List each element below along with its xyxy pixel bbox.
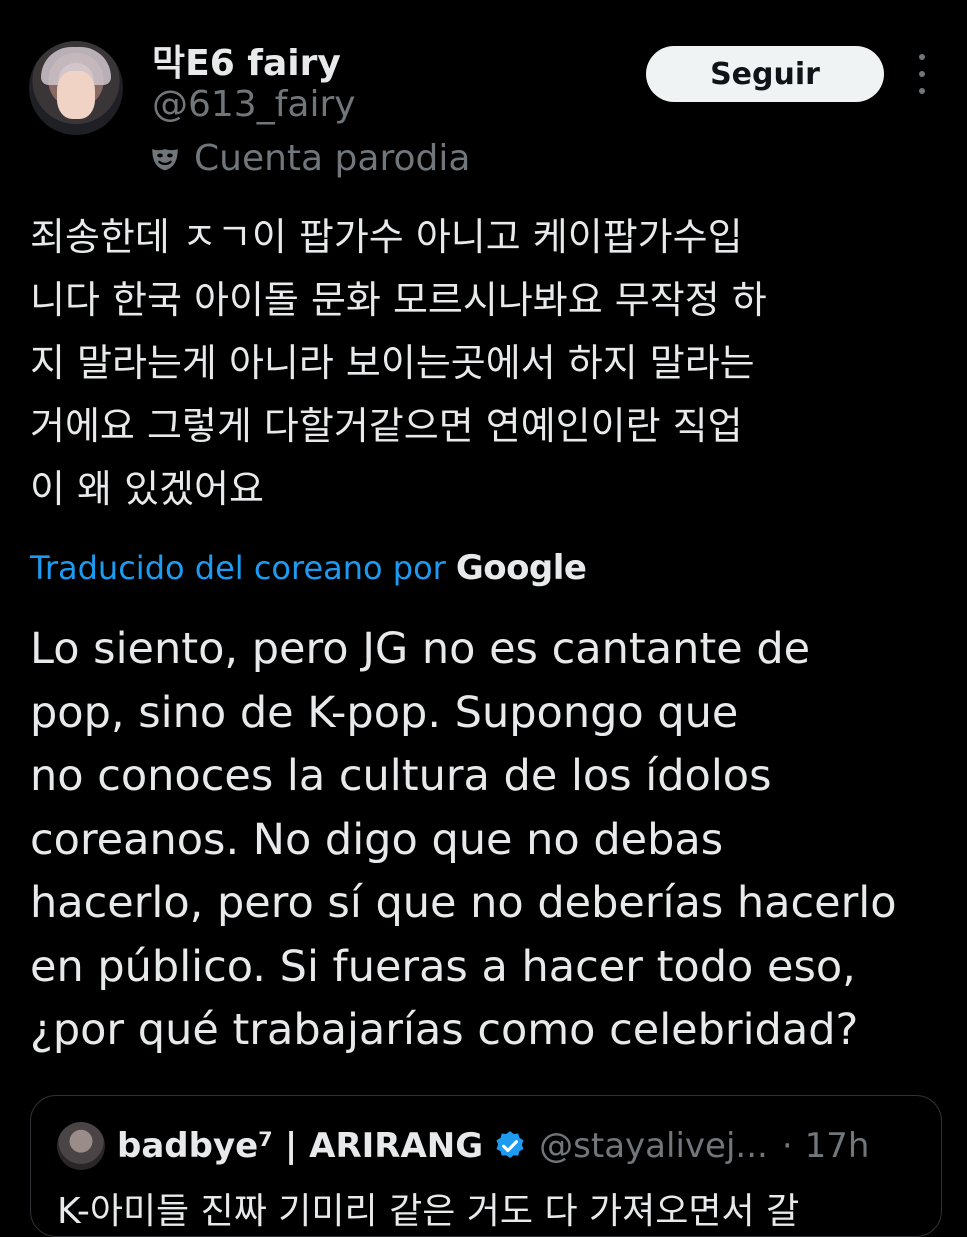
quoted-header: badbye⁷ | ARIRANG @stayalivej... · 17h xyxy=(117,1122,869,1170)
quoted-timestamp[interactable]: 17h xyxy=(805,1126,870,1166)
more-dot xyxy=(919,88,925,94)
parody-label-text: Cuenta parodia xyxy=(194,138,471,179)
follow-button[interactable]: Seguir xyxy=(646,46,884,102)
quoted-text: K-아미들 진짜 기미리 같은 거도 다 가져오면서 갈 xyxy=(57,1191,800,1232)
tweet-text-translated: Lo siento, pero JG no es cantante de pop… xyxy=(30,624,897,1055)
quoted-display-name[interactable]: badbye⁷ | ARIRANG xyxy=(117,1126,483,1166)
verified-badge-icon xyxy=(496,1131,524,1159)
separator-dot: · xyxy=(781,1126,793,1166)
quoted-tweet[interactable]: badbye⁷ | ARIRANG @stayalivej... · 17h K… xyxy=(30,1095,942,1237)
more-dot xyxy=(919,54,925,60)
more-dot xyxy=(919,71,925,77)
quoted-handle[interactable]: @stayalivej... xyxy=(539,1126,768,1166)
translation-attribution: Traducido del coreano por Google xyxy=(30,548,587,588)
avatar-face xyxy=(57,71,95,119)
mask-icon xyxy=(152,148,178,170)
tweet-text-korean: 죄송한데 ㅈㄱ이 팝가수 아니고 케이팝가수입 니다 한국 아이돌 문화 모르시… xyxy=(30,215,767,511)
parody-label: Cuenta parodia xyxy=(148,138,470,179)
quoted-avatar[interactable] xyxy=(57,1122,105,1170)
translated-label[interactable]: Traducido del coreano por xyxy=(30,549,446,587)
user-handle[interactable]: @613_fairy xyxy=(152,84,356,125)
more-options-icon[interactable] xyxy=(910,54,934,94)
avatar[interactable] xyxy=(29,41,123,135)
google-logo: Google xyxy=(455,548,587,588)
display-name[interactable]: 막E6 fairy xyxy=(152,34,341,86)
